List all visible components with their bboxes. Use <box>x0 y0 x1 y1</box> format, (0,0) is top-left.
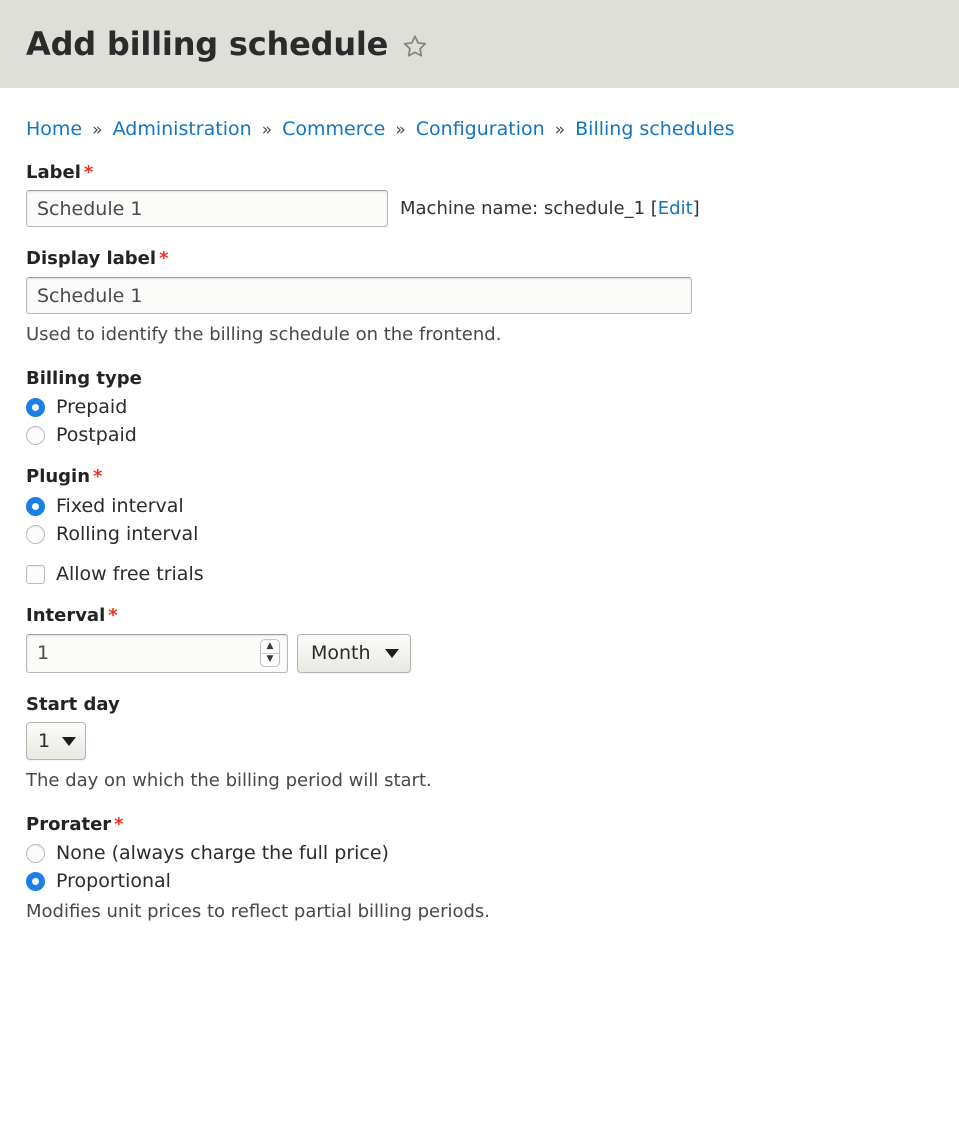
breadcrumb-item-home[interactable]: Home <box>26 118 82 140</box>
required-asterisk: * <box>108 604 118 626</box>
radio-option-postpaid[interactable]: Postpaid <box>26 424 933 447</box>
page-title-text: Add billing schedule <box>26 25 389 63</box>
interval-unit-select[interactable]: Month <box>297 633 411 673</box>
required-asterisk: * <box>114 813 124 835</box>
field-prorater: Prorater * None (always charge the full p… <box>26 813 933 924</box>
interval-row: ▲ ▼ Month <box>26 633 933 673</box>
display-label-description: Used to identify the billing schedule on… <box>26 324 502 346</box>
label-input[interactable] <box>26 190 388 228</box>
breadcrumb-separator: » <box>92 120 103 140</box>
start-day-label: Start day <box>26 693 120 715</box>
prorater-description: Modifies unit prices to reflect partial … <box>26 901 491 923</box>
chevron-down-icon <box>384 648 399 658</box>
field-label: Label* Machine name: schedule_1 [Edit] <box>26 161 933 228</box>
field-interval: Interval* ▲ ▼ Month <box>26 604 933 673</box>
interval-stepper[interactable]: ▲ ▼ <box>260 639 280 668</box>
required-asterisk: * <box>159 248 169 270</box>
billing-schedule-form: Label* Machine name: schedule_1 [Edit] D… <box>0 161 959 924</box>
breadcrumb: Home » Administration » Commerce » Confi… <box>0 88 959 141</box>
radio-option-fixed-interval[interactable]: Fixed interval <box>26 494 933 517</box>
radio-rolling-interval[interactable] <box>26 524 45 544</box>
page-title: Add billing schedule <box>26 28 428 60</box>
radio-prorater-proportional-label: Proportional <box>56 870 171 893</box>
checkbox-option-allow-free-trials[interactable]: Allow free trials <box>26 562 933 585</box>
interval-label-text: Interval <box>26 604 106 626</box>
machine-name-suffix: ] <box>692 198 700 220</box>
radio-option-prorater-none[interactable]: None (always charge the full price) <box>26 842 933 865</box>
machine-name: Machine name: schedule_1 [Edit] <box>400 198 700 219</box>
machine-name-text: Machine name: schedule_1 [ <box>400 198 658 220</box>
radio-postpaid-label: Postpaid <box>56 424 137 447</box>
field-start-day: Start day 1 The day on which the billing… <box>26 693 933 793</box>
breadcrumb-item-administration[interactable]: Administration <box>113 118 252 140</box>
prorater-label-text: Prorater <box>26 813 112 835</box>
display-label-input[interactable] <box>26 277 692 315</box>
checkbox-allow-free-trials-label: Allow free trials <box>56 562 204 585</box>
stepper-down-icon[interactable]: ▼ <box>261 654 279 667</box>
machine-name-edit-link[interactable]: Edit <box>658 198 693 219</box>
label-field-label-text: Label <box>26 161 81 183</box>
radio-option-prepaid[interactable]: Prepaid <box>26 396 933 419</box>
label-field-label: Label * <box>26 161 933 184</box>
plugin-label: Plugin * <box>26 466 933 488</box>
start-day-select[interactable]: 1 <box>26 722 87 761</box>
radio-prorater-proportional[interactable] <box>26 872 45 892</box>
radio-option-prorater-proportional[interactable]: Proportional <box>26 870 933 893</box>
star-outline-icon[interactable] <box>402 33 428 59</box>
breadcrumb-item-commerce[interactable]: Commerce <box>282 118 385 140</box>
stepper-up-icon[interactable]: ▲ <box>261 640 279 654</box>
radio-fixed-interval[interactable] <box>26 496 45 516</box>
field-plugin: Plugin * Fixed interval Rolling interval <box>26 466 933 545</box>
breadcrumb-separator: » <box>554 120 566 140</box>
chevron-down-icon <box>62 736 77 746</box>
breadcrumb-separator: » <box>261 120 273 140</box>
interval-number-wrap: ▲ ▼ <box>26 633 288 673</box>
breadcrumb-item-billing-schedules[interactable]: Billing schedules <box>575 118 734 140</box>
start-day-value: 1 <box>38 730 51 753</box>
display-label-field-label: Display label * <box>26 249 933 270</box>
radio-rolling-interval-label: Rolling interval <box>56 522 199 545</box>
radio-postpaid[interactable] <box>26 426 45 446</box>
interval-number-input[interactable] <box>26 633 288 673</box>
breadcrumb-item-configuration[interactable]: Configuration <box>416 118 545 140</box>
label-input-row: Machine name: schedule_1 [Edit] <box>26 190 933 228</box>
display-label-field-label-text: Display label <box>26 248 157 270</box>
interval-label: Interval * <box>26 604 933 627</box>
interval-unit-value: Month <box>311 642 371 665</box>
plugin-label-text: Plugin <box>26 466 91 488</box>
field-display-label: Display label* Used to identify the bill… <box>26 249 933 346</box>
start-day-description: The day on which the billing period will… <box>26 770 432 792</box>
breadcrumb-separator: » <box>395 120 406 140</box>
radio-prepaid[interactable] <box>26 398 45 418</box>
checkbox-allow-free-trials[interactable] <box>26 564 45 584</box>
billing-type-label: Billing type <box>26 367 142 389</box>
radio-prorater-none-label: None (always charge the full price) <box>56 842 389 865</box>
required-asterisk: * <box>83 161 94 183</box>
field-billing-type: Billing type Prepaid Postpaid <box>26 367 933 447</box>
radio-prepaid-label: Prepaid <box>56 396 128 419</box>
page-header: Add billing schedule <box>0 0 959 88</box>
radio-prorater-none[interactable] <box>26 844 45 864</box>
prorater-label: Prorater * <box>26 813 933 836</box>
required-asterisk: * <box>93 466 103 488</box>
radio-fixed-interval-label: Fixed interval <box>56 494 184 517</box>
radio-option-rolling-interval[interactable]: Rolling interval <box>26 522 933 545</box>
